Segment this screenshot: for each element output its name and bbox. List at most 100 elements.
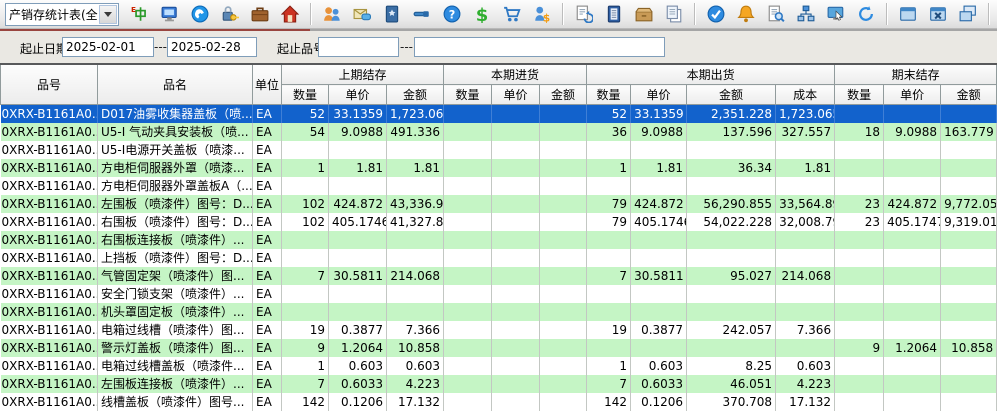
check-icon[interactable] (706, 4, 726, 24)
in-qty-cell[interactable] (444, 303, 492, 321)
end-price-cell[interactable] (884, 267, 941, 285)
end-amount-cell[interactable]: 10.858 (941, 339, 997, 357)
prev-amount-cell[interactable]: 214.068 (387, 267, 444, 285)
out-cost-cell[interactable]: 327.557 (776, 123, 835, 141)
item-no-cell[interactable]: 0XRX-B1161A0... (1, 177, 98, 195)
unit-cell[interactable]: EA (253, 339, 282, 357)
prev-amount-cell[interactable]: 1.81 (387, 159, 444, 177)
prev-price-cell[interactable] (329, 303, 387, 321)
end-qty-cell[interactable] (835, 249, 884, 267)
prev-amount-cell[interactable] (387, 303, 444, 321)
end-price-cell[interactable] (884, 285, 941, 303)
unit-cell[interactable]: EA (253, 141, 282, 159)
end-qty-cell[interactable] (835, 303, 884, 321)
in-qty-cell[interactable] (444, 393, 492, 411)
out-price-cell[interactable] (631, 249, 687, 267)
close-window-icon[interactable] (928, 4, 948, 24)
prev-price-cell[interactable] (329, 285, 387, 303)
table-row[interactable]: 0XRX-B1161A0...气管固定架（喷漆件）图...EA730.58112… (1, 267, 997, 285)
col-header-prev-price[interactable]: 单价 (329, 85, 387, 105)
table-row[interactable]: 0XRX-B1161A0...电箱过线槽盖板（喷漆件...EA10.6030.6… (1, 357, 997, 375)
prev-qty-cell[interactable]: 19 (282, 321, 329, 339)
in-amount-cell[interactable] (540, 303, 587, 321)
prev-amount-cell[interactable]: 0.603 (387, 357, 444, 375)
in-amount-cell[interactable] (540, 195, 587, 213)
prev-price-cell[interactable]: 0.1206 (329, 393, 387, 411)
cascade-icon[interactable] (958, 4, 978, 24)
out-price-cell[interactable]: 0.603 (631, 357, 687, 375)
item-no-cell[interactable]: 0XRX-B1161A0... (1, 231, 98, 249)
end-qty-cell[interactable] (835, 159, 884, 177)
out-price-cell[interactable] (631, 285, 687, 303)
out-cost-cell[interactable] (776, 177, 835, 195)
unit-cell[interactable]: EA (253, 159, 282, 177)
dollar-icon[interactable]: $ (472, 4, 492, 24)
item-name-cell[interactable]: 右围板连接板（喷漆件）... (98, 231, 253, 249)
unit-cell[interactable]: EA (253, 105, 282, 124)
end-price-cell[interactable] (884, 141, 941, 159)
prev-price-cell[interactable]: 1.81 (329, 159, 387, 177)
unit-cell[interactable]: EA (253, 249, 282, 267)
prev-qty-cell[interactable]: 7 (282, 267, 329, 285)
in-qty-cell[interactable] (444, 321, 492, 339)
out-cost-cell[interactable] (776, 231, 835, 249)
prev-amount-cell[interactable]: 41,327.814 (387, 213, 444, 231)
in-qty-cell[interactable] (444, 267, 492, 285)
end-amount-cell[interactable] (941, 285, 997, 303)
in-price-cell[interactable] (492, 159, 540, 177)
out-amount-cell[interactable]: 2,351.228 (687, 105, 776, 124)
end-qty-cell[interactable]: 9 (835, 339, 884, 357)
unit-cell[interactable]: EA (253, 303, 282, 321)
item-name-cell[interactable]: 方电柜伺服器外罩盖板A（... (98, 177, 253, 195)
doc-search-icon[interactable] (766, 4, 786, 24)
in-qty-cell[interactable] (444, 339, 492, 357)
table-row[interactable]: 0XRX-B1161A0...左围板连接板（喷漆件）...EA70.60334.… (1, 375, 997, 393)
out-cost-cell[interactable] (776, 339, 835, 357)
item-name-cell[interactable]: 安全门锁支架（喷漆件）... (98, 285, 253, 303)
prev-qty-cell[interactable]: 7 (282, 375, 329, 393)
in-qty-cell[interactable] (444, 195, 492, 213)
end-price-cell[interactable]: 424.872 (884, 195, 941, 213)
translate-icon[interactable]: E (130, 4, 150, 24)
end-amount-cell[interactable] (941, 231, 997, 249)
col-header-in-qty[interactable]: 数量 (444, 85, 492, 105)
prev-qty-cell[interactable] (282, 231, 329, 249)
prev-amount-cell[interactable] (387, 177, 444, 195)
item-no-cell[interactable]: 0XRX-B1161A0... (1, 213, 98, 231)
prev-price-cell[interactable]: 424.872 (329, 195, 387, 213)
in-amount-cell[interactable] (540, 177, 587, 195)
in-price-cell[interactable] (492, 267, 540, 285)
prev-amount-cell[interactable]: 4.223 (387, 375, 444, 393)
col-header-out-price[interactable]: 单价 (631, 85, 687, 105)
out-amount-cell[interactable] (687, 339, 776, 357)
out-qty-cell[interactable]: 79 (587, 195, 631, 213)
out-amount-cell[interactable]: 36.34 (687, 159, 776, 177)
prev-qty-cell[interactable]: 52 (282, 105, 329, 124)
lock-key-icon[interactable] (220, 4, 240, 24)
in-amount-cell[interactable] (540, 123, 587, 141)
out-amount-cell[interactable]: 242.057 (687, 321, 776, 339)
out-amount-cell[interactable]: 56,290.855 (687, 195, 776, 213)
out-cost-cell[interactable] (776, 141, 835, 159)
out-price-cell[interactable]: 405.1746 (631, 213, 687, 231)
end-qty-cell[interactable] (835, 321, 884, 339)
table-row[interactable]: 0XRX-B1161A0...警示灯盖板（喷漆件）图...EA91.206410… (1, 339, 997, 357)
in-price-cell[interactable] (492, 213, 540, 231)
end-qty-cell[interactable] (835, 141, 884, 159)
end-amount-cell[interactable]: 9,772.056 (941, 195, 997, 213)
orgchart-icon[interactable] (796, 4, 816, 24)
hammer-icon[interactable] (412, 4, 432, 24)
item-to-input[interactable] (414, 37, 665, 57)
in-price-cell[interactable] (492, 303, 540, 321)
in-qty-cell[interactable] (444, 285, 492, 303)
in-price-cell[interactable] (492, 375, 540, 393)
item-no-cell[interactable]: 0XRX-B1161A0... (1, 267, 98, 285)
prev-qty-cell[interactable]: 142 (282, 393, 329, 411)
out-qty-cell[interactable] (587, 339, 631, 357)
in-amount-cell[interactable] (540, 267, 587, 285)
out-qty-cell[interactable]: 52 (587, 105, 631, 124)
in-amount-cell[interactable] (540, 375, 587, 393)
window-icon[interactable] (898, 4, 918, 24)
end-amount-cell[interactable] (941, 321, 997, 339)
item-name-cell[interactable]: 左围板连接板（喷漆件）... (98, 375, 253, 393)
